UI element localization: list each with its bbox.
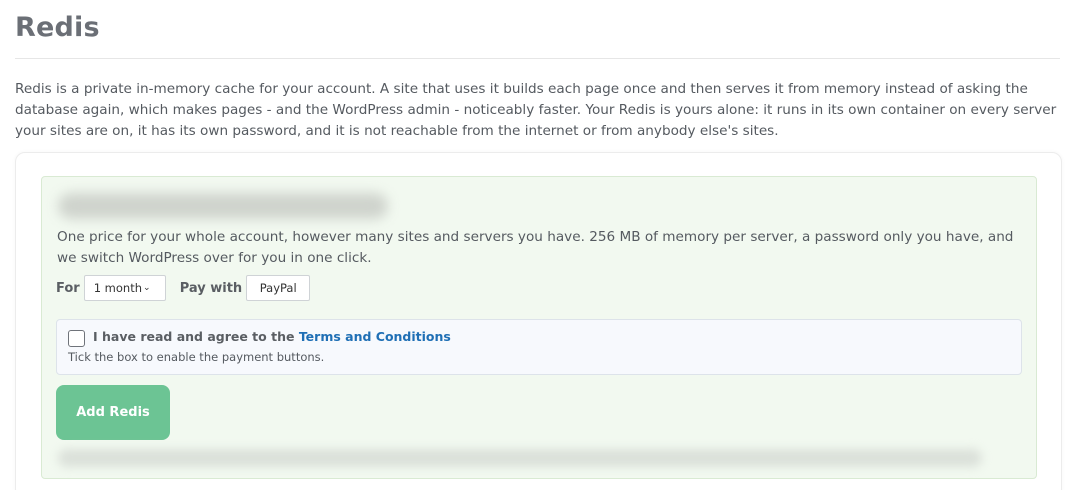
redis-offer-panel: One price for your whole account, howeve…: [41, 176, 1037, 479]
terms-box: I have read and agree to the Terms and C…: [56, 319, 1022, 375]
terms-hint: Tick the box to enable the payment butto…: [68, 350, 325, 364]
terms-checkbox[interactable]: [68, 330, 85, 347]
blurred-footer-text: [58, 449, 982, 467]
period-select-value: 1 month: [93, 281, 142, 295]
period-label: For: [56, 280, 80, 296]
redis-page: Redis Redis is a private in-memory cache…: [0, 0, 1075, 490]
terms-label: I have read and agree to the Terms and C…: [93, 329, 451, 344]
chevron-down-icon: ⌄: [143, 283, 151, 293]
period-select[interactable]: 1 month ⌄: [83, 275, 166, 301]
intro-text: Redis is a private in-memory cache for y…: [15, 81, 1057, 139]
payment-method-select[interactable]: PayPal: [246, 275, 311, 301]
terms-label-prefix: I have read and agree to the: [93, 329, 299, 344]
add-redis-button[interactable]: Add Redis: [56, 385, 170, 440]
page-title: Redis: [15, 12, 100, 43]
title-divider: [15, 58, 1060, 59]
payment-select-value: PayPal: [259, 281, 297, 295]
payment-label: Pay with: [179, 280, 243, 296]
purchase-options-row: For 1 month ⌄ Pay with PayPal: [56, 274, 311, 302]
blurred-offer-heading: [58, 193, 388, 219]
terms-and-conditions-link[interactable]: Terms and Conditions: [299, 329, 451, 344]
offer-description: One price for your whole account, howeve…: [57, 229, 1014, 266]
redis-card: One price for your whole account, howeve…: [15, 152, 1062, 490]
